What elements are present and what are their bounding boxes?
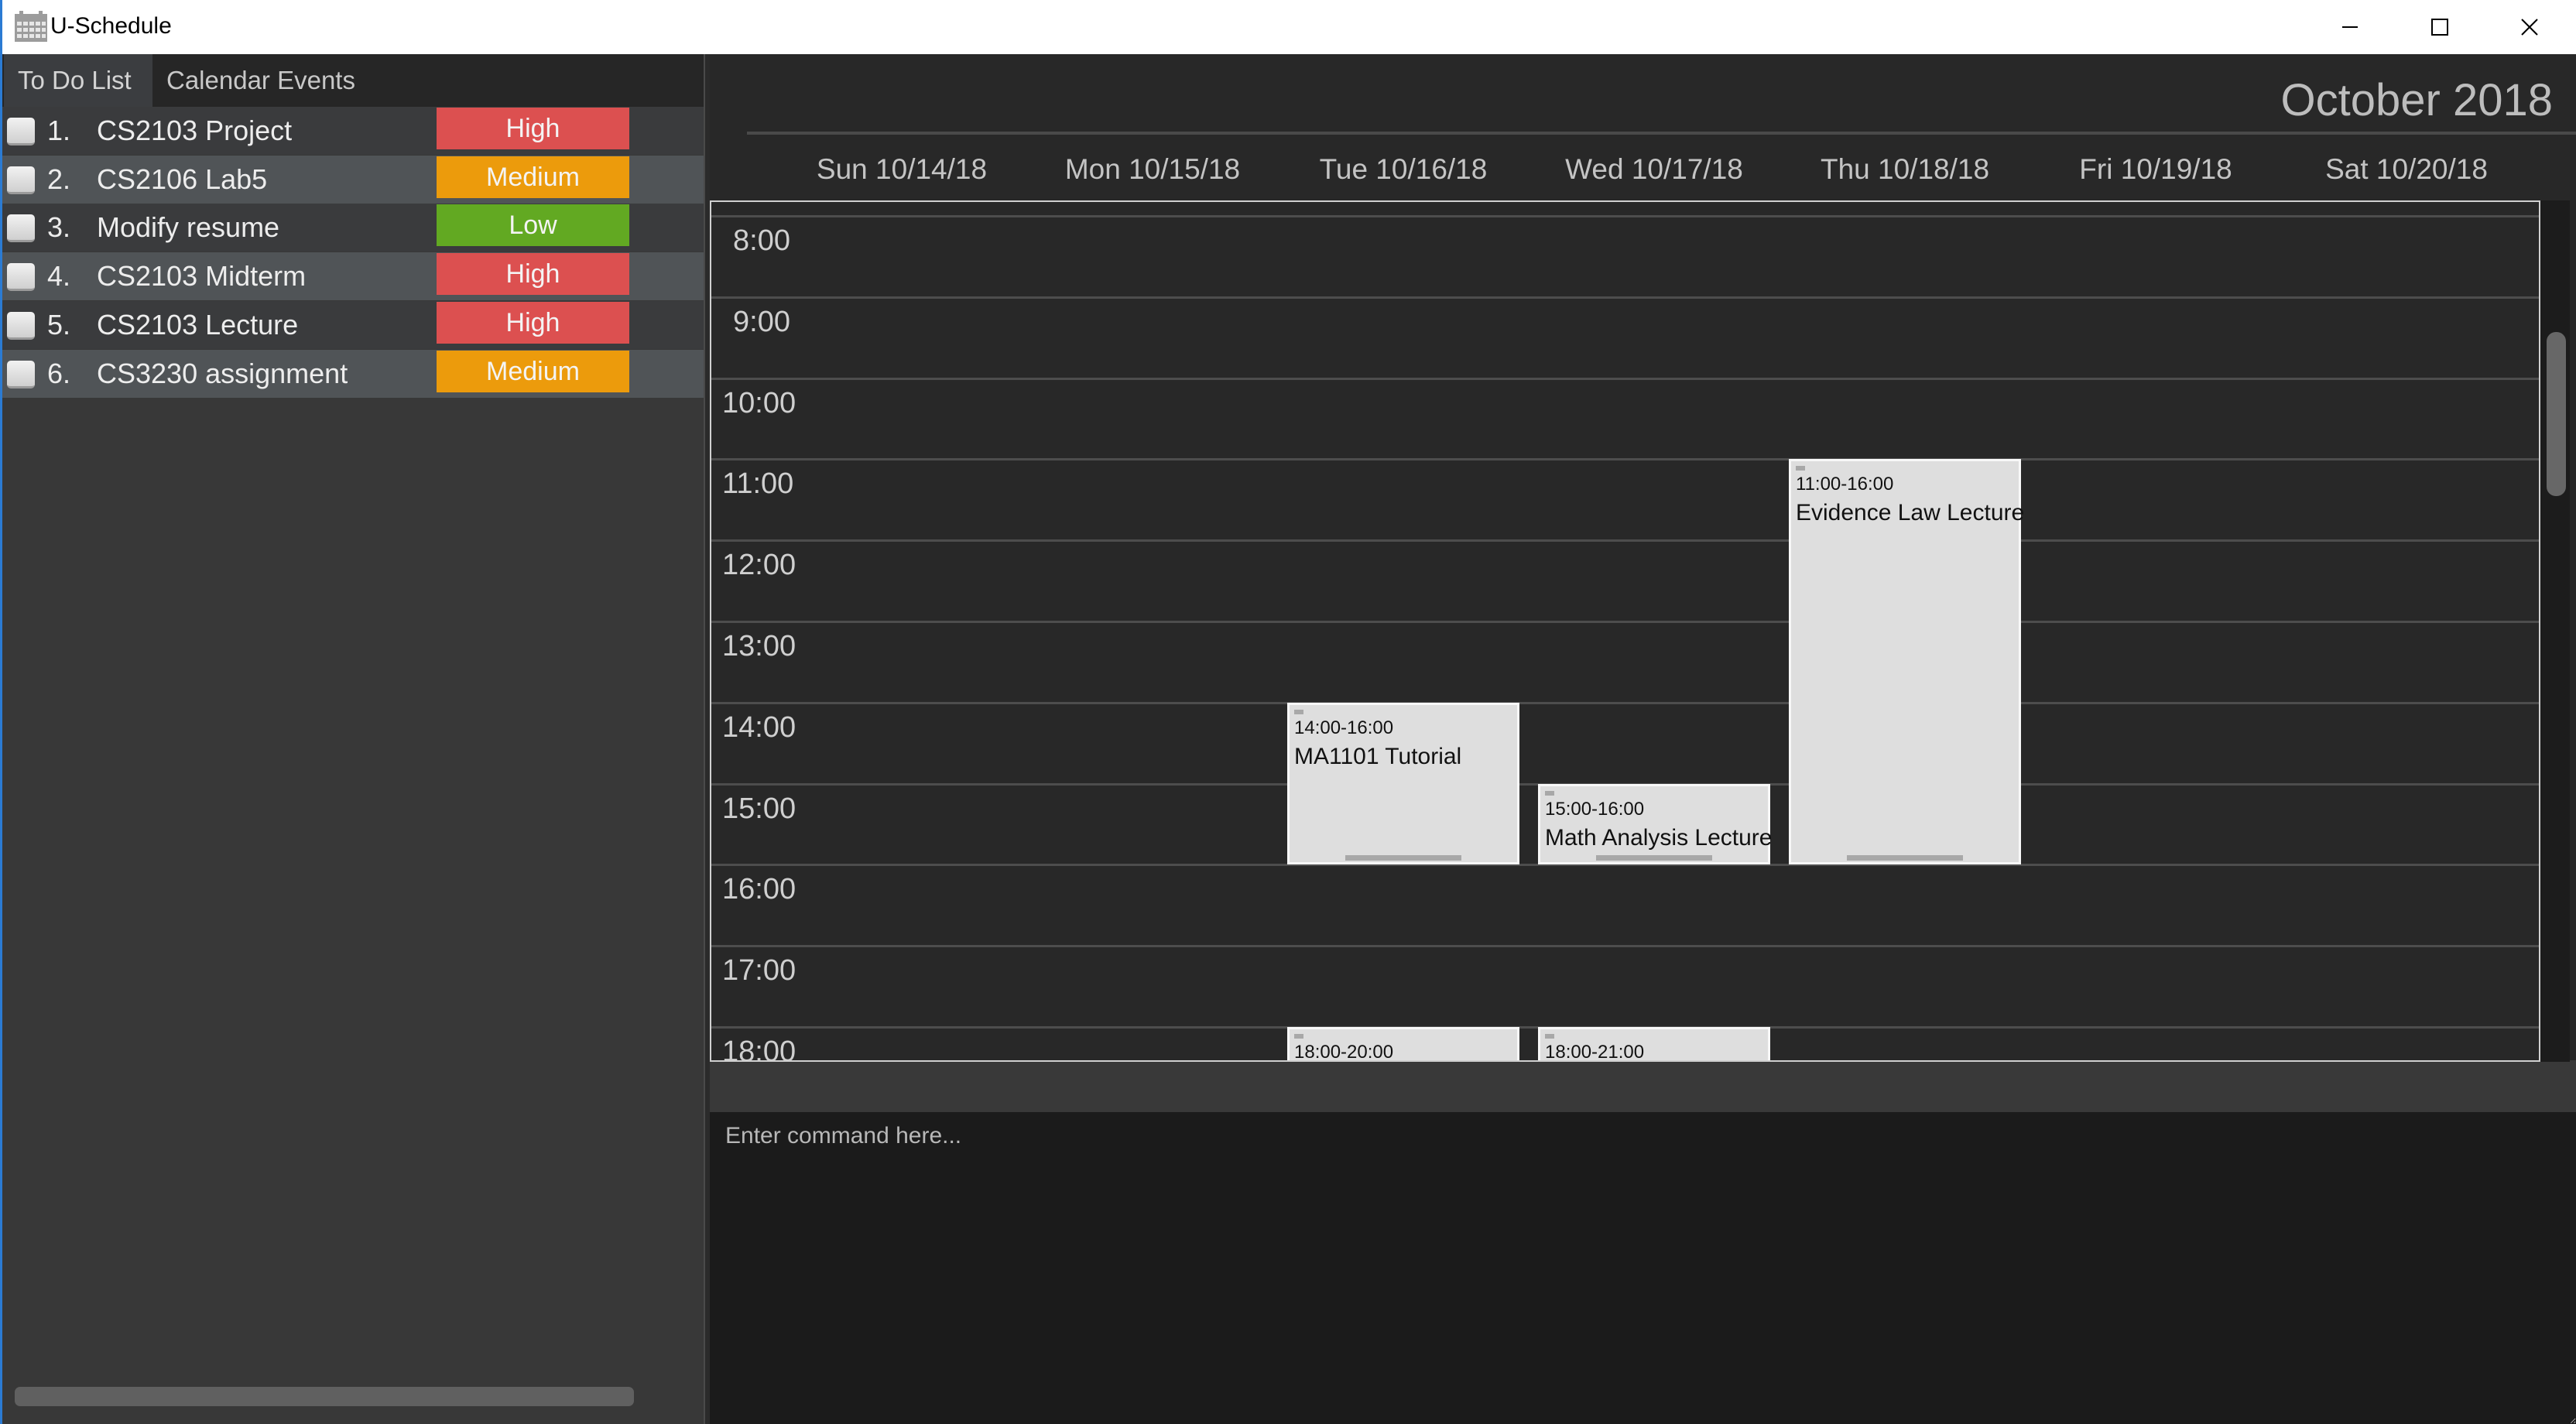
day-header: Tue 10/16/18 [1319, 153, 1488, 185]
tab-calendar-events[interactable]: Calendar Events [152, 54, 369, 107]
priority-badge: High [437, 253, 629, 296]
month-title: October 2018 [2280, 75, 2553, 125]
minimize-button[interactable] [2305, 0, 2395, 54]
hour-label: 10:00 [722, 386, 796, 419]
hour-line [711, 621, 2539, 623]
todo-checkbox[interactable] [7, 311, 35, 340]
day-header: Fri 10/19/18 [2079, 153, 2232, 185]
hour-label: 15:00 [722, 792, 796, 825]
day-header: Wed 10/17/18 [1565, 153, 1743, 185]
event-title: MA1101 Tutorial [1294, 743, 1462, 769]
hour-label: 18:00 [722, 1035, 796, 1062]
minimize-icon [2342, 26, 2358, 28]
todo-item[interactable]: 5. CS2103 Lecture High [2, 300, 706, 349]
close-icon [2521, 19, 2538, 36]
event-time: 18:00-20:00 [1294, 1042, 1394, 1062]
todo-index: 1. [47, 115, 71, 146]
todo-title: Modify resume [97, 211, 280, 244]
command-input[interactable] [710, 1112, 2576, 1424]
todo-checkbox[interactable] [7, 166, 35, 194]
tab-bar: To Do List Calendar Events [2, 54, 706, 107]
calendar-event[interactable]: 15:00-16:00 Math Analysis Lecture [1538, 783, 1773, 865]
hour-line [711, 945, 2539, 948]
todo-title: CS2103 Midterm [97, 260, 307, 293]
result-display [710, 1062, 2576, 1114]
day-header: Mon 10/15/18 [1064, 153, 1241, 185]
event-title: Evidence Law Lecture [1796, 500, 2025, 526]
hour-label: 11:00 [722, 467, 794, 501]
event-time: 11:00-16:00 [1796, 474, 1894, 495]
todo-index: 3. [47, 211, 71, 244]
event-resize-handle[interactable] [1596, 855, 1712, 861]
event-resize-handle[interactable] [1345, 855, 1461, 861]
priority-badge: Medium [437, 350, 629, 392]
todo-title: CS3230 assignment [97, 357, 348, 389]
hour-label: 9:00 [733, 305, 790, 338]
event-drag-handle[interactable] [1294, 1034, 1303, 1039]
event-drag-handle[interactable] [1545, 790, 1554, 796]
priority-badge: High [437, 108, 629, 149]
priority-badge: Low [437, 204, 629, 247]
todo-item[interactable]: 3. Modify resume Low [2, 204, 706, 252]
todo-title: CS2103 Project [97, 115, 293, 146]
event-drag-handle[interactable] [1545, 1034, 1554, 1039]
hour-line [711, 539, 2539, 543]
todo-item[interactable]: 1. CS2103 Project High [2, 107, 706, 155]
todo-item[interactable]: 4. CS2103 Midterm High [2, 252, 706, 301]
close-button[interactable] [2485, 0, 2574, 54]
horizontal-scrollbar[interactable] [15, 1387, 634, 1406]
hour-line [711, 377, 2539, 380]
title-bar: U-Schedule [0, 0, 2576, 54]
priority-badge: High [437, 301, 629, 344]
header-separator [747, 132, 2576, 135]
event-drag-handle[interactable] [1294, 709, 1303, 714]
todo-checkbox[interactable] [7, 214, 35, 243]
tab-todo-list[interactable]: To Do List [4, 54, 152, 107]
event-time: 15:00-16:00 [1545, 798, 1645, 820]
scrollbar-thumb[interactable] [2547, 332, 2566, 496]
maximize-icon [2431, 19, 2448, 36]
hour-line [711, 215, 2539, 217]
day-header: Sun 10/14/18 [816, 153, 988, 185]
todo-checkbox[interactable] [7, 118, 35, 145]
event-resize-handle[interactable] [1847, 855, 1963, 861]
todo-item[interactable]: 6. CS3230 assignment Medium [2, 349, 706, 398]
event-drag-handle[interactable] [1796, 466, 1805, 471]
calendar-grid[interactable]: 8:00 9:00 10:00 11:00 12:00 13:00 14:00 15:00 16… [710, 200, 2540, 1062]
todo-title: CS2103 Lecture [97, 308, 299, 341]
window-title: U-Schedule [50, 13, 172, 39]
todo-title: CS2106 Lab5 [97, 163, 268, 195]
hour-label: 12:00 [722, 549, 796, 582]
day-header: Sat 10/20/18 [2325, 153, 2488, 185]
hour-line [711, 701, 2539, 704]
calendar-icon [15, 11, 47, 42]
hour-label: 14:00 [722, 710, 796, 744]
todo-checkbox[interactable] [7, 263, 35, 292]
todo-panel: To Do List Calendar Events 1. CS2103 Proj… [0, 54, 706, 1424]
calendar-event[interactable]: 18:00-20:00 [1287, 1027, 1519, 1062]
split-divider[interactable] [704, 54, 710, 1424]
event-time: 18:00-21:00 [1545, 1042, 1645, 1062]
vertical-scrollbar[interactable] [2540, 200, 2570, 1062]
todo-index: 5. [47, 308, 71, 341]
calendar-event[interactable]: 11:00-16:00 Evidence Law Lecture [1789, 459, 2025, 865]
todo-index: 2. [47, 163, 71, 195]
hour-line [711, 458, 2539, 461]
todo-index: 4. [47, 260, 71, 293]
hour-label: 13:00 [722, 630, 796, 662]
hour-line [711, 296, 2539, 299]
todo-checkbox[interactable] [7, 360, 35, 389]
event-time: 14:00-16:00 [1294, 717, 1394, 738]
calendar-event[interactable]: 14:00-16:00 MA1101 Tutorial [1287, 702, 1519, 865]
maximize-button[interactable] [2395, 0, 2485, 54]
todo-index: 6. [47, 357, 71, 389]
day-header: Thu 10/18/18 [1820, 153, 1990, 185]
calendar-event[interactable]: 18:00-21:00 [1538, 1027, 1770, 1062]
priority-badge: Medium [437, 156, 629, 198]
hour-label: 16:00 [722, 873, 796, 906]
event-title: Math Analysis Lecture [1545, 824, 1773, 851]
hour-label: 8:00 [733, 224, 790, 257]
hour-label: 17:00 [722, 954, 796, 988]
todo-item[interactable]: 2. CS2106 Lab5 Medium [2, 155, 706, 204]
